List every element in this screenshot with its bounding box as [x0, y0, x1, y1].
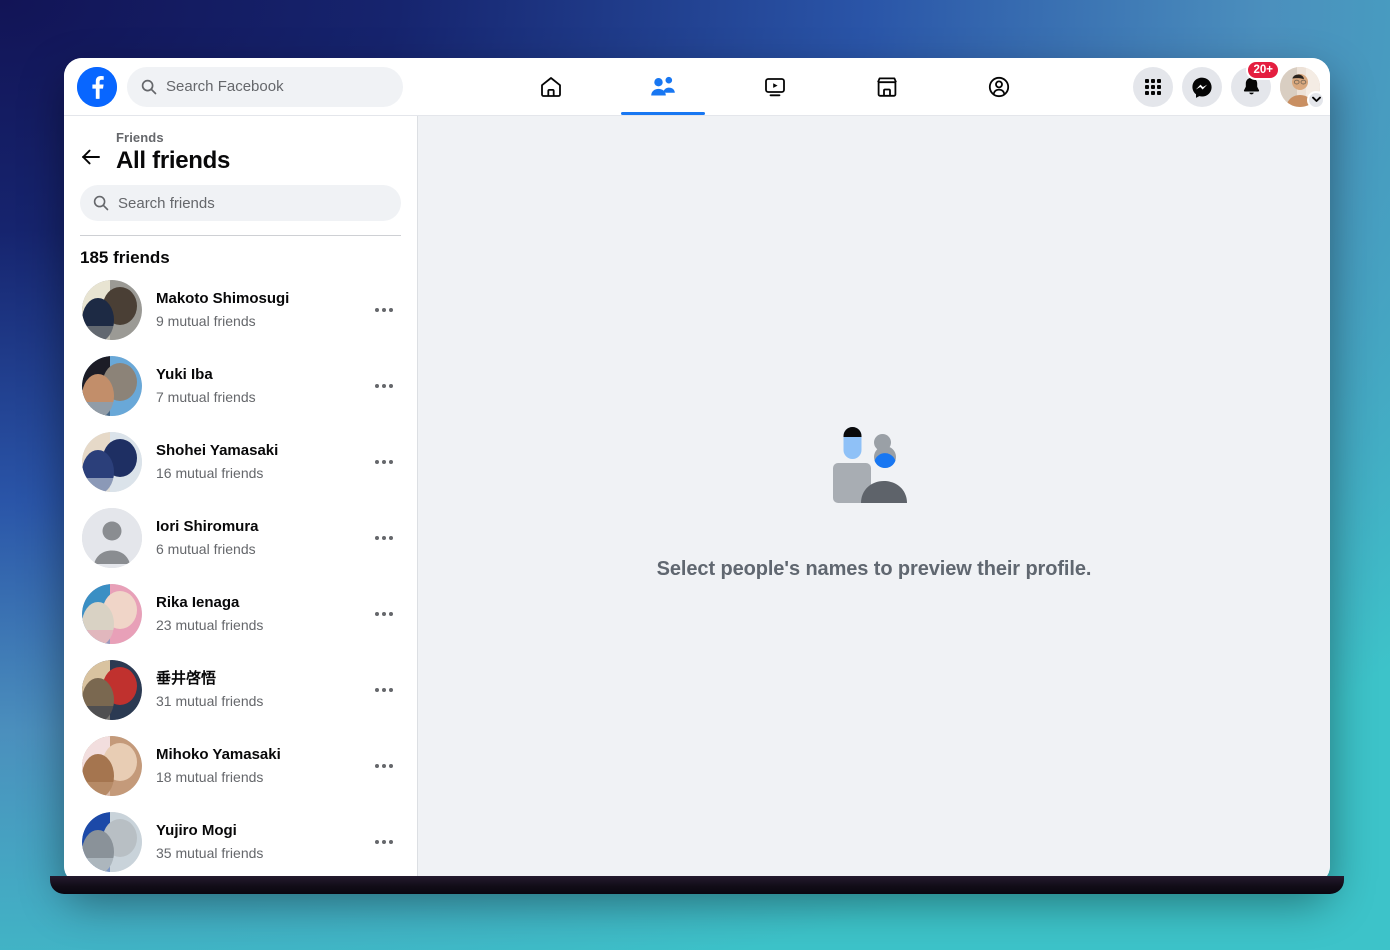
more-options-icon[interactable] [369, 384, 399, 388]
friend-list-item[interactable]: Rika Ienaga 23 mutual friends [74, 576, 407, 652]
nav-tab-marketplace[interactable] [831, 58, 943, 115]
friend-name[interactable]: Rika Ienaga [156, 593, 355, 613]
friend-list-item[interactable]: 垂井啓悟 31 mutual friends [74, 652, 407, 728]
video-icon [762, 74, 788, 100]
friend-avatar[interactable] [82, 660, 142, 720]
sidebar-header: Friends All friends [64, 116, 417, 175]
friend-name[interactable]: Shohei Yamasaki [156, 441, 355, 461]
friends-sidebar: Friends All friends Search friends 185 f… [64, 116, 418, 884]
search-icon [93, 195, 109, 211]
facebook-top-navigation-bar: Search Facebook [64, 58, 1330, 116]
empty-state-message: Select people's names to preview their p… [657, 558, 1092, 581]
friend-mutual-count: 16 mutual friends [156, 464, 355, 483]
friend-avatar[interactable] [82, 736, 142, 796]
friend-mutual-count: 6 mutual friends [156, 540, 355, 559]
friend-list-item[interactable]: Iori Shiromura 6 mutual friends [74, 500, 407, 576]
friend-avatar[interactable] [82, 584, 142, 644]
more-options-icon[interactable] [369, 764, 399, 768]
friend-mutual-count: 9 mutual friends [156, 312, 355, 331]
friend-meta: Rika Ienaga 23 mutual friends [156, 593, 355, 635]
friend-list-item[interactable]: Mihoko Yamasaki 18 mutual friends [74, 728, 407, 804]
friend-meta: Yujiro Mogi 35 mutual friends [156, 821, 355, 863]
friend-meta: Yuki Iba 7 mutual friends [156, 365, 355, 407]
facebook-logo-icon[interactable] [77, 67, 117, 107]
friends-list: Makoto Shimosugi 9 mutual friends Yuki Iba… [64, 272, 417, 880]
friend-avatar[interactable] [82, 812, 142, 872]
friends-count-label: 185 friends [64, 236, 417, 272]
search-friends-input[interactable]: Search friends [80, 185, 401, 221]
friend-name[interactable]: Yuki Iba [156, 365, 355, 385]
search-icon [141, 79, 157, 95]
friend-meta: Iori Shiromura 6 mutual friends [156, 517, 355, 559]
friend-name[interactable]: Makoto Shimosugi [156, 289, 355, 309]
topbar-right-actions: 20+ [1133, 67, 1330, 107]
friend-avatar[interactable] [82, 356, 142, 416]
more-options-icon[interactable] [369, 840, 399, 844]
marketplace-icon [874, 74, 900, 100]
messenger-button[interactable] [1182, 67, 1222, 107]
friend-name[interactable]: Mihoko Yamasaki [156, 745, 355, 765]
search-friends-placeholder: Search friends [118, 195, 215, 212]
friend-meta: 垂井啓悟 31 mutual friends [156, 669, 355, 711]
two-people-illustration [828, 419, 920, 516]
notification-badge-count: 20+ [1246, 60, 1280, 80]
friend-list-item[interactable]: Shohei Yamasaki 16 mutual friends [74, 424, 407, 500]
friends-icon [649, 74, 677, 100]
laptop-bezel [50, 876, 1344, 894]
friend-avatar[interactable] [82, 280, 142, 340]
account-avatar-button[interactable] [1280, 67, 1320, 107]
search-facebook-input[interactable]: Search Facebook [127, 67, 403, 107]
nav-tab-home[interactable] [495, 58, 607, 115]
grid-menu-icon [1143, 77, 1163, 97]
sidebar-search-wrapper: Search friends [64, 175, 417, 221]
more-options-icon[interactable] [369, 688, 399, 692]
friend-list-item[interactable]: Yujiro Mogi 35 mutual friends [74, 804, 407, 880]
topbar-left-section: Search Facebook [64, 67, 416, 107]
search-placeholder: Search Facebook [166, 78, 284, 95]
page-title: All friends [116, 147, 230, 175]
friend-name[interactable]: Iori Shiromura [156, 517, 355, 537]
friend-mutual-count: 23 mutual friends [156, 616, 355, 635]
nav-tab-groups[interactable] [943, 58, 1055, 115]
more-options-icon[interactable] [369, 536, 399, 540]
breadcrumb: Friends [116, 130, 230, 145]
nav-tab-friends[interactable] [607, 58, 719, 115]
home-icon [538, 74, 564, 100]
friend-mutual-count: 7 mutual friends [156, 388, 355, 407]
nav-tab-video[interactable] [719, 58, 831, 115]
friend-name[interactable]: 垂井啓悟 [156, 669, 355, 689]
friend-avatar[interactable] [82, 432, 142, 492]
nav-active-indicator [621, 112, 705, 115]
more-options-icon[interactable] [369, 308, 399, 312]
friend-meta: Mihoko Yamasaki 18 mutual friends [156, 745, 355, 787]
page-body: Friends All friends Search friends 185 f… [64, 116, 1330, 884]
friend-list-item[interactable]: Makoto Shimosugi 9 mutual friends [74, 272, 407, 348]
more-options-icon[interactable] [369, 612, 399, 616]
groups-icon [986, 74, 1012, 100]
topbar-nav-tabs [416, 58, 1133, 115]
friend-name[interactable]: Yujiro Mogi [156, 821, 355, 841]
friend-mutual-count: 18 mutual friends [156, 768, 355, 787]
friend-avatar[interactable] [82, 508, 142, 568]
back-arrow-icon[interactable] [80, 146, 102, 168]
chevron-down-icon [1307, 91, 1325, 109]
more-options-icon[interactable] [369, 460, 399, 464]
browser-window: Search Facebook [64, 58, 1330, 884]
friend-list-item[interactable]: Yuki Iba 7 mutual friends [74, 348, 407, 424]
grid-menu-button[interactable] [1133, 67, 1173, 107]
friend-mutual-count: 31 mutual friends [156, 692, 355, 711]
friend-mutual-count: 35 mutual friends [156, 844, 355, 863]
sidebar-title-group: Friends All friends [116, 130, 230, 175]
profile-preview-pane: Select people's names to preview their p… [418, 116, 1330, 884]
notifications-button[interactable]: 20+ [1231, 67, 1271, 107]
messenger-icon [1191, 76, 1213, 98]
friend-meta: Makoto Shimosugi 9 mutual friends [156, 289, 355, 331]
friend-meta: Shohei Yamasaki 16 mutual friends [156, 441, 355, 483]
